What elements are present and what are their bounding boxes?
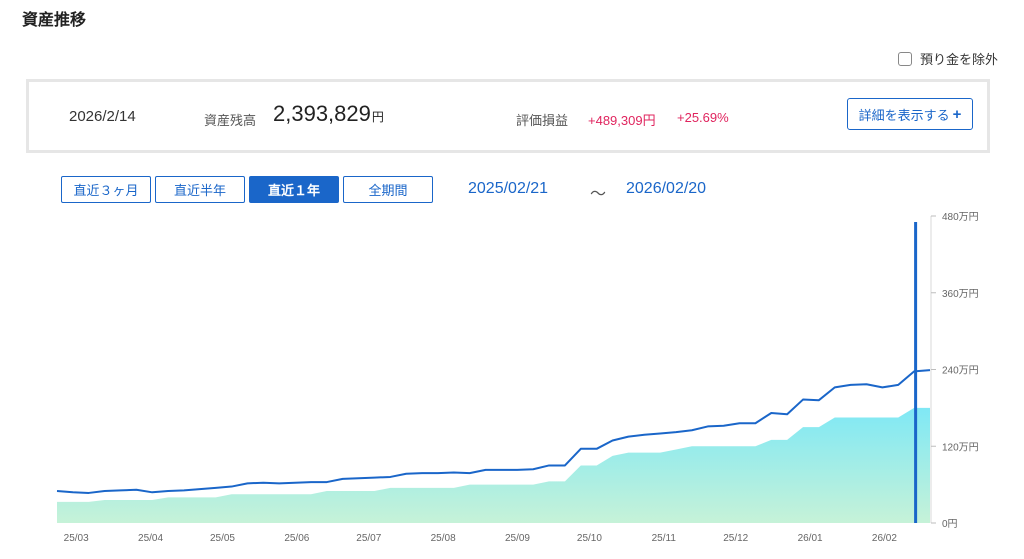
exclude-deposits-checkbox[interactable] [897, 51, 912, 66]
period-label: 直近３ヶ月 [73, 183, 139, 198]
period-all-button[interactable]: 全期間 [343, 176, 433, 203]
x-tick-label: 25/03 [64, 533, 89, 544]
balance-unit: 円 [371, 110, 384, 124]
x-tick-label: 25/10 [577, 533, 602, 544]
range-separator: ～ [590, 186, 607, 203]
y-axis: 480万円 360万円 240万円 120万円 0円 [930, 212, 979, 530]
y-tick-label: 240万円 [942, 366, 979, 377]
period-1-year-button[interactable]: 直近１年 [249, 176, 339, 203]
asset-chart: 480万円360万円240万円120万円0円 25/03 25/04 25/05 25… [56, 212, 979, 544]
y-tick-label: 360万円 [942, 289, 979, 300]
show-details-button[interactable]: 詳細を表示する + [847, 98, 973, 130]
period-label: 直近半年 [173, 183, 226, 198]
x-tick-label: 25/11 [652, 533, 677, 544]
x-tick-label: 25/07 [356, 533, 381, 544]
exclude-deposits-label: 預り金を除外 [919, 52, 998, 67]
range-end: 2026/02/20 [626, 180, 707, 197]
pl-label: 評価損益 [516, 113, 569, 128]
x-tick-label: 25/12 [723, 533, 748, 544]
period-3-months-button[interactable]: 直近３ヶ月 [61, 176, 151, 203]
y-tick-label: 120万円 [942, 442, 979, 453]
series-area [57, 407, 930, 523]
x-tick-label: 26/02 [872, 533, 897, 544]
area-layer [57, 407, 930, 523]
summary-date: 2026/2/14 [69, 108, 136, 125]
plus-icon: + [952, 105, 962, 123]
y-tick-label: 0円 [942, 519, 958, 530]
x-tick-label: 25/08 [431, 533, 456, 544]
pl-amount: +489,309円 [588, 113, 656, 128]
show-details-label: 詳細を表示する [858, 107, 950, 123]
balance-value: 2,393,829円 [273, 101, 384, 127]
x-tick-label: 26/01 [798, 533, 823, 544]
pl-percent: +25.69% [677, 110, 729, 125]
balance-label: 資産残高 [204, 113, 257, 128]
x-tick-label: 25/06 [284, 533, 309, 544]
y-tick-label: 480万円 [942, 212, 979, 223]
summary-panel: 2026/2/14 資産残高 2,393,829円 評価損益 +489,309円… [26, 79, 990, 153]
x-tick-label: 25/04 [138, 533, 163, 544]
period-6-months-button[interactable]: 直近半年 [155, 176, 245, 203]
period-label: 全期間 [368, 183, 408, 198]
period-label: 直近１年 [267, 183, 320, 198]
page-title: 資産推移 [22, 12, 87, 29]
exclude-deposits-toggle[interactable]: 預り金を除外 [897, 49, 998, 68]
x-axis: 25/03 25/04 25/05 25/06 25/07 25/08 25/09 25/10… [64, 533, 898, 544]
x-tick-label: 25/05 [210, 533, 235, 544]
x-tick-label: 25/09 [505, 533, 530, 544]
range-start: 2025/02/21 [468, 180, 549, 197]
balance-amount: 2,393,829 [273, 101, 371, 126]
